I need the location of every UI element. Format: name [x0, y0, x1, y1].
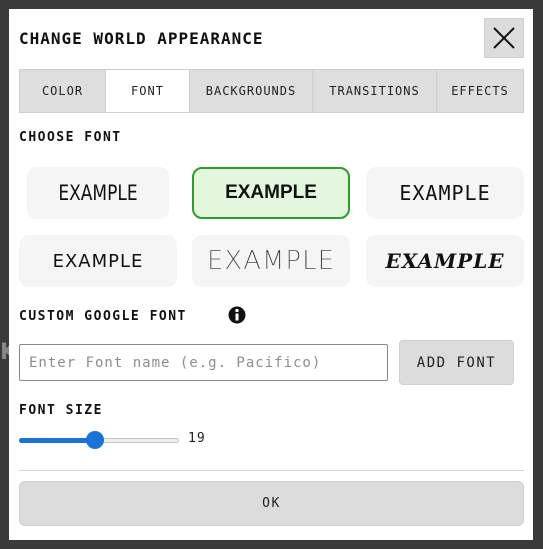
divider: [19, 470, 524, 471]
font-option-2[interactable]: EXAMPLE: [192, 167, 350, 219]
font-option-1[interactable]: EXAMPLE: [26, 167, 170, 219]
font-option-5[interactable]: EXAMPLE: [192, 235, 350, 287]
ok-button[interactable]: OK: [19, 481, 524, 526]
font-option-4[interactable]: EXAMPLE: [19, 235, 177, 287]
tab-transitions[interactable]: TRANSITIONS: [313, 70, 437, 112]
font-size-slider[interactable]: [19, 430, 179, 450]
font-size-value: 19: [188, 431, 206, 446]
font-option-3[interactable]: EXAMPLE: [366, 167, 524, 219]
tab-color[interactable]: COLOR: [20, 70, 106, 112]
tab-bar: COLOR FONT BACKGROUNDS TRANSITIONS EFFEC…: [19, 69, 524, 113]
close-icon: [493, 27, 515, 49]
custom-font-label: CUSTOM GOOGLE FONT: [19, 309, 187, 324]
tab-backgrounds[interactable]: BACKGROUNDS: [190, 70, 313, 112]
custom-font-input[interactable]: [19, 344, 388, 381]
font-size-label: FONT SIZE: [19, 403, 103, 418]
info-icon[interactable]: [228, 306, 246, 324]
dialog-title: CHANGE WORLD APPEARANCE: [19, 29, 264, 48]
add-font-button[interactable]: ADD FONT: [399, 340, 514, 385]
choose-font-label: CHOOSE FONT: [19, 130, 122, 145]
font-option-6[interactable]: EXAMPLE: [366, 235, 524, 287]
close-button[interactable]: [484, 18, 524, 58]
slider-thumb[interactable]: [86, 431, 104, 449]
tab-font[interactable]: FONT: [106, 70, 190, 112]
tab-effects[interactable]: EFFECTS: [437, 70, 523, 112]
slider-fill: [19, 438, 94, 443]
appearance-dialog: CHANGE WORLD APPEARANCE COLOR FONT BACKG…: [9, 9, 533, 540]
